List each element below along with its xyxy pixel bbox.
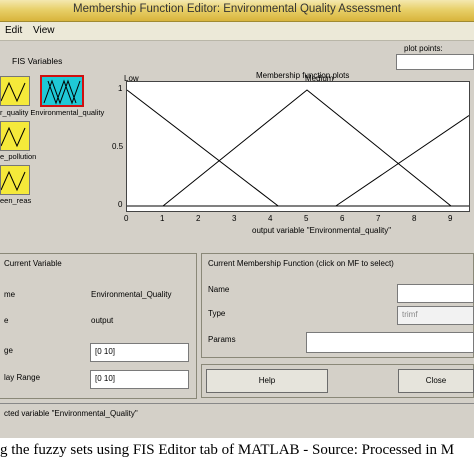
mf-name-label: Name — [208, 285, 230, 294]
x-tick-label: 4 — [268, 214, 273, 223]
title-bar[interactable]: Membership Function Editor: Environmenta… — [0, 0, 474, 22]
y-tick-label: 0 — [118, 200, 123, 209]
figure-caption: g the fuzzy sets using FIS Editor tab of… — [0, 442, 455, 458]
x-axis-label: output variable "Environmental_quality" — [252, 226, 392, 235]
mf-params-label: Params — [208, 335, 236, 344]
status-text: cted variable "Environmental_Quality" — [4, 409, 138, 418]
x-tick-label: 2 — [196, 214, 201, 223]
mf-type-label: Type — [208, 309, 226, 318]
mf-type-select[interactable]: trimf — [397, 306, 474, 325]
plot-title: Membership function plots — [256, 71, 350, 80]
x-tick-label: 5 — [304, 214, 309, 223]
x-tick-label: 6 — [340, 214, 345, 223]
x-tick-label: 0 — [124, 214, 129, 223]
x-tick-label: 3 — [232, 214, 237, 223]
range-input[interactable]: [0 10] — [90, 343, 189, 362]
range-label: ge — [4, 346, 13, 355]
mf-curve-medium[interactable] — [162, 89, 452, 207]
help-button[interactable]: Help — [206, 369, 328, 393]
x-tick-label: 1 — [160, 214, 165, 223]
mf-params-input[interactable] — [306, 332, 474, 353]
menu-edit[interactable]: Edit — [5, 25, 22, 36]
variable-label-1: r_quality Environmental_quality — [0, 108, 105, 117]
x-tick-label: 9 — [448, 214, 453, 223]
menu-bar: Edit View — [0, 22, 474, 41]
mf-triangle-icon — [0, 170, 26, 192]
status-bar: cted variable "Environmental_Quality" — [0, 403, 474, 424]
current-mf-header: Current Membership Function (click on MF… — [208, 259, 394, 268]
mf-triangle-icon — [0, 81, 26, 103]
mf-name-input[interactable] — [397, 284, 474, 303]
variable-type-label: e — [4, 316, 9, 325]
membership-function-editor-window: Membership Function Editor: Environmenta… — [0, 0, 474, 438]
plot-points-input[interactable] — [396, 54, 474, 70]
mf-plot-svg[interactable] — [126, 82, 470, 211]
variable-name-label: me — [4, 290, 16, 299]
close-button[interactable]: Close — [398, 369, 474, 393]
y-tick-label: 0.5 — [112, 142, 124, 151]
x-tick-label: 7 — [376, 214, 381, 223]
variable-name-value: Environmental_Quality — [91, 290, 172, 299]
current-variable-header: Current Variable — [4, 259, 62, 268]
variable-label-3: een_reas — [0, 196, 32, 205]
fis-variables-header: FIS Variables — [12, 56, 63, 66]
mf-type-value: trimf — [402, 310, 418, 319]
input-variable-1[interactable] — [0, 76, 30, 106]
variable-label-2: e_pollution — [0, 152, 37, 161]
display-range-input[interactable]: [0 10] — [90, 370, 189, 389]
mf-triangles-icon — [43, 79, 81, 105]
input-variable-2[interactable] — [0, 121, 30, 151]
mf-curve-low[interactable] — [126, 89, 279, 207]
membership-function-plot[interactable] — [126, 81, 470, 212]
window-title: Membership Function Editor: Environmenta… — [73, 3, 401, 15]
plot-points-label: plot points: — [404, 44, 443, 53]
menu-view[interactable]: View — [33, 25, 55, 36]
output-variable-selected[interactable] — [40, 75, 84, 107]
variable-type-value: output — [91, 316, 114, 325]
x-tick-label: 8 — [412, 214, 417, 223]
input-variable-3[interactable] — [0, 165, 30, 195]
display-range-label: lay Range — [4, 373, 41, 382]
y-tick-label: 1 — [118, 84, 123, 93]
mf-triangle-icon — [0, 126, 26, 148]
